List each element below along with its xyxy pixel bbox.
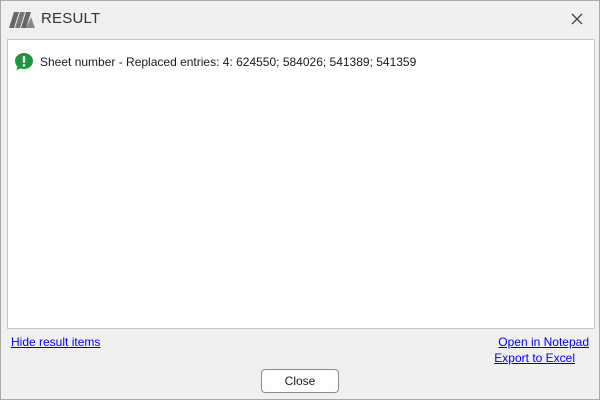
speech-bubble-exclamation-icon [15, 53, 33, 71]
result-list[interactable]: Sheet number - Replaced entries: 4: 6245… [7, 39, 595, 329]
export-to-excel-link[interactable]: Export to Excel [494, 351, 575, 365]
result-dialog: RESULT Sheet number - Replaced entries: … [0, 0, 600, 400]
hide-result-items-link[interactable]: Hide result items [11, 335, 100, 349]
close-button[interactable]: Close [261, 369, 339, 393]
open-in-notepad-link[interactable]: Open in Notepad [498, 335, 589, 349]
title-bar[interactable]: RESULT [1, 1, 599, 37]
close-icon[interactable] [569, 11, 585, 27]
window-title: RESULT [41, 10, 101, 27]
result-item-text: Sheet number - Replaced entries: 4: 6245… [40, 55, 417, 69]
result-item[interactable]: Sheet number - Replaced entries: 4: 6245… [14, 52, 416, 72]
app-logo-icon [9, 12, 35, 28]
